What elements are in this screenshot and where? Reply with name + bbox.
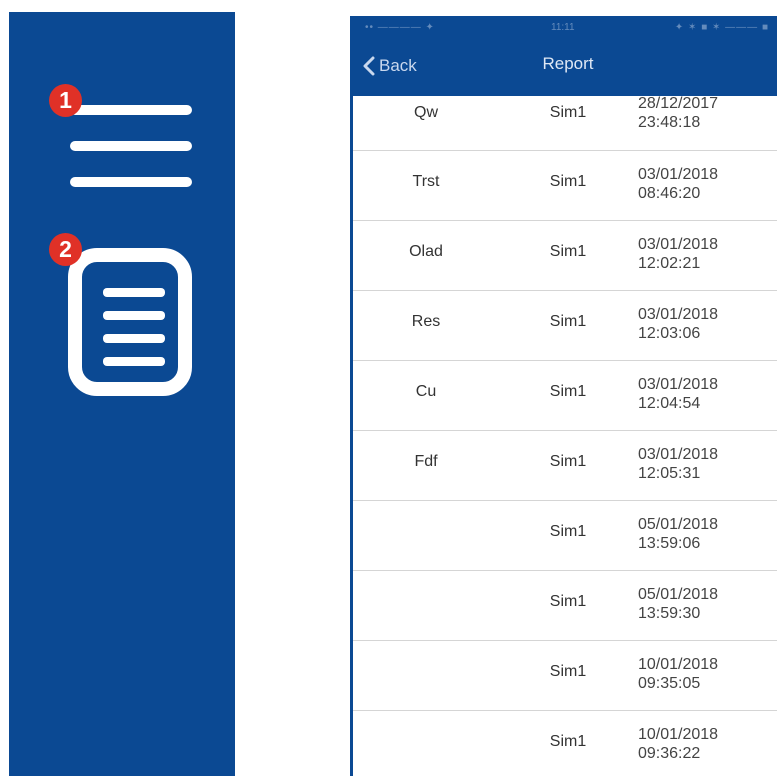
number-badge-1: 1 xyxy=(49,84,82,117)
back-button-label: Back xyxy=(379,56,417,75)
report-sim: Sim1 xyxy=(549,453,587,470)
document-report-icon xyxy=(68,248,192,396)
report-time: 08:46:20 xyxy=(638,185,701,202)
status-bar: •• ———— ✦ 11:11 ✦ ✶ ■ ✶ ——— ■ xyxy=(353,20,777,36)
report-sim: Sim1 xyxy=(549,313,587,330)
report-list: Qw Sim1 28/12/2017 23:48:18 Trst Sim1 03/01/20… xyxy=(353,94,777,776)
report-row[interactable]: Trst Sim1 03/01/2018 08:46:20 xyxy=(353,151,777,221)
report-row[interactable]: Res Sim1 03/01/2018 12:03:06 xyxy=(353,291,777,361)
chevron-left-icon xyxy=(363,56,375,76)
phone-screen: •• ———— ✦ 11:11 ✦ ✶ ■ ✶ ——— ■ Back Repor… xyxy=(350,16,777,776)
report-name: Fdf xyxy=(414,453,438,470)
report-row[interactable]: Qw Sim1 28/12/2017 23:48:18 xyxy=(353,94,777,151)
report-sim: Sim1 xyxy=(549,383,587,400)
report-time: 13:59:30 xyxy=(638,605,701,622)
report-date: 10/01/2018 xyxy=(638,726,719,743)
report-date: 05/01/2018 xyxy=(638,586,719,603)
report-date: 10/01/2018 xyxy=(638,656,719,673)
navigation-bar: •• ———— ✦ 11:11 ✦ ✶ ■ ✶ ——— ■ Back Repor… xyxy=(353,16,777,96)
status-carrier: •• ———— ✦ xyxy=(365,22,435,33)
report-datetime: 05/01/2018 13:59:06 xyxy=(638,515,758,553)
report-name: Qw xyxy=(414,104,438,121)
report-time: 12:03:06 xyxy=(638,325,701,342)
back-button[interactable]: Back xyxy=(363,52,417,80)
report-name: Cu xyxy=(415,383,437,400)
report-name: Trst xyxy=(412,173,440,190)
report-time: 12:04:54 xyxy=(638,395,701,412)
report-datetime: 03/01/2018 12:02:21 xyxy=(638,235,758,273)
report-date: 28/12/2017 xyxy=(638,95,719,112)
report-datetime: 05/01/2018 13:59:30 xyxy=(638,585,758,623)
report-time: 12:02:21 xyxy=(638,255,701,272)
report-row[interactable]: Olad Sim1 03/01/2018 12:02:21 xyxy=(353,221,777,291)
report-row[interactable]: Sim1 10/01/2018 09:36:22 xyxy=(353,711,777,776)
report-row[interactable]: Sim1 05/01/2018 13:59:06 xyxy=(353,501,777,571)
report-date: 03/01/2018 xyxy=(638,306,719,323)
report-date: 05/01/2018 xyxy=(638,516,719,533)
report-datetime: 03/01/2018 12:05:31 xyxy=(638,445,758,483)
report-row[interactable]: Sim1 10/01/2018 09:35:05 xyxy=(353,641,777,711)
report-time: 12:05:31 xyxy=(638,465,701,482)
report-datetime: 28/12/2017 23:48:18 xyxy=(638,94,758,132)
report-sim: Sim1 xyxy=(549,733,587,750)
report-time: 09:35:05 xyxy=(638,675,701,692)
report-row[interactable]: Cu Sim1 03/01/2018 12:04:54 xyxy=(353,361,777,431)
status-indicators: ✦ ✶ ■ ✶ ——— ■ xyxy=(674,22,769,33)
report-sim: Sim1 xyxy=(549,173,587,190)
number-badge-2: 2 xyxy=(49,233,82,266)
report-name: Res xyxy=(411,313,441,330)
report-row[interactable]: Sim1 05/01/2018 13:59:30 xyxy=(353,571,777,641)
report-time: 09:36:22 xyxy=(638,745,701,762)
report-datetime: 03/01/2018 12:04:54 xyxy=(638,375,758,413)
report-datetime: 03/01/2018 08:46:20 xyxy=(638,165,758,203)
report-row[interactable]: Fdf Sim1 03/01/2018 12:05:31 xyxy=(353,431,777,501)
report-datetime: 03/01/2018 12:03:06 xyxy=(638,305,758,343)
report-sim: Sim1 xyxy=(549,104,587,121)
report-time: 23:48:18 xyxy=(638,114,701,131)
report-name: Olad xyxy=(409,243,443,260)
hamburger-menu-icon xyxy=(70,105,192,187)
guide-figure: 1 2 •• ———— ✦ 11:11 ✦ ✶ ■ ✶ ——— ■ Back R xyxy=(0,0,777,776)
report-sim: Sim1 xyxy=(549,663,587,680)
report-date: 03/01/2018 xyxy=(638,376,719,393)
icon-legend-panel: 1 2 xyxy=(9,12,235,776)
report-datetime: 10/01/2018 09:35:05 xyxy=(638,655,758,693)
report-time: 13:59:06 xyxy=(638,535,701,552)
page-title: Report xyxy=(542,54,594,73)
report-datetime: 10/01/2018 09:36:22 xyxy=(638,725,758,763)
report-date: 03/01/2018 xyxy=(638,166,719,183)
report-sim: Sim1 xyxy=(549,523,587,540)
report-sim: Sim1 xyxy=(549,243,587,260)
status-time: 11:11 xyxy=(551,22,575,33)
report-date: 03/01/2018 xyxy=(638,446,719,463)
report-sim: Sim1 xyxy=(549,593,587,610)
report-date: 03/01/2018 xyxy=(638,236,719,253)
